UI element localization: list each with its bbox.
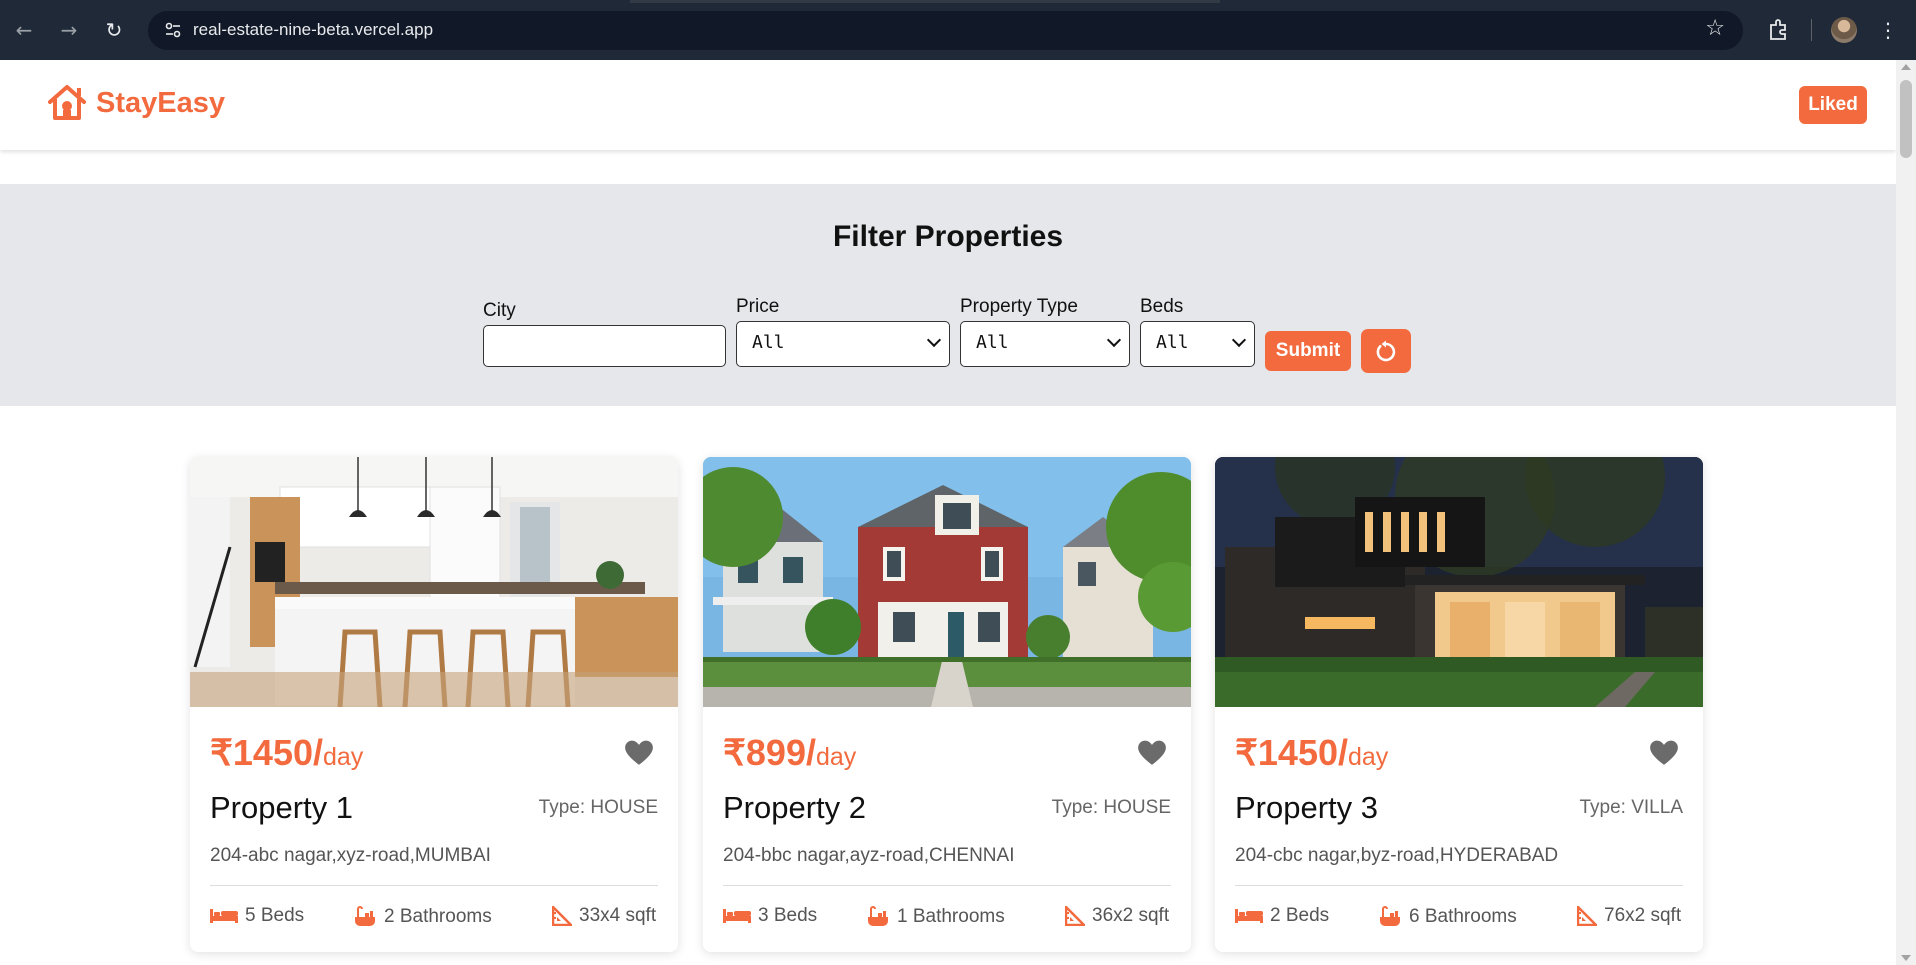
beds-feature: 3 Beds — [723, 905, 817, 927]
price-label: Price — [736, 296, 780, 317]
property-address: 204-abc nagar,xyz-road,MUMBAI — [210, 845, 491, 866]
property-card[interactable]: ₹1450/day Property 3 Type: VILLA 204-cbc… — [1215, 457, 1703, 952]
browser-chrome: ← → ↻ real-estate-nine-beta.vercel.app ☆… — [0, 0, 1916, 60]
property-title[interactable]: Property 2 — [723, 790, 866, 826]
toolbar-separator — [1811, 19, 1812, 41]
property-price: ₹899/day — [723, 732, 857, 773]
submit-button[interactable]: Submit — [1265, 331, 1351, 371]
profile-avatar[interactable] — [1831, 17, 1857, 43]
url-text[interactable]: real-estate-nine-beta.vercel.app — [193, 20, 433, 40]
bed-icon — [1235, 909, 1263, 923]
property-card[interactable]: ₹1450/day Property 1 Type: HOUSE 204-abc… — [190, 457, 678, 952]
bed-icon — [210, 909, 238, 923]
property-type-label: Property Type — [960, 296, 1078, 317]
property-price: ₹1450/day — [1235, 732, 1389, 773]
site-logo[interactable]: StayEasy — [46, 82, 225, 124]
card-divider — [723, 885, 1171, 886]
filter-section: Filter Properties City Price All Propert… — [0, 184, 1896, 406]
chevron-down-icon — [1106, 332, 1122, 348]
site-navbar: StayEasy Liked — [0, 60, 1896, 150]
beds-filter: Beds All — [1140, 296, 1255, 367]
price-select[interactable]: All — [736, 321, 950, 367]
scroll-down-arrow[interactable] — [1901, 955, 1911, 961]
bathtub-icon — [868, 906, 888, 926]
ruler-triangle-icon — [1577, 906, 1597, 926]
tab-strip — [630, 0, 1220, 3]
property-address: 204-cbc nagar,byz-road,HYDERABAD — [1235, 845, 1559, 866]
forward-icon[interactable]: → — [55, 16, 83, 44]
property-type: Type: HOUSE — [538, 797, 658, 818]
site-settings-icon[interactable] — [162, 19, 184, 41]
area-feature: 76x2 sqft — [1577, 905, 1681, 927]
scrollbar-thumb[interactable] — [1900, 80, 1912, 158]
beds-label: Beds — [1140, 296, 1184, 317]
property-image[interactable] — [703, 457, 1191, 707]
beds-feature: 5 Beds — [210, 905, 304, 927]
card-divider — [1235, 885, 1683, 886]
city-input[interactable] — [483, 325, 726, 367]
property-card[interactable]: ₹899/day Property 2 Type: HOUSE 204-bbc … — [703, 457, 1191, 952]
property-type: Type: HOUSE — [1051, 797, 1171, 818]
heart-icon[interactable] — [1647, 735, 1681, 769]
property-title[interactable]: Property 1 — [210, 790, 353, 826]
page-scrollbar[interactable] — [1896, 60, 1916, 965]
property-type: Type: VILLA — [1579, 797, 1683, 818]
bathrooms-feature: 2 Bathrooms — [353, 905, 492, 929]
bathtub-icon — [1380, 906, 1400, 926]
city-label: City — [483, 300, 516, 321]
area-feature: 33x4 sqft — [552, 905, 656, 927]
property-title[interactable]: Property 3 — [1235, 790, 1378, 826]
property-type-select[interactable]: All — [960, 321, 1130, 367]
bathrooms-feature: 6 Bathrooms — [1378, 905, 1517, 929]
property-type-filter: Property Type All — [960, 296, 1130, 367]
bathrooms-feature: 1 Bathrooms — [866, 905, 1005, 929]
price-filter: Price All — [736, 296, 950, 367]
page-viewport: StayEasy Liked Filter Properties City Pr… — [0, 60, 1896, 965]
area-feature: 36x2 sqft — [1065, 905, 1169, 927]
brand-name: StayEasy — [96, 86, 225, 119]
chevron-down-icon — [1231, 332, 1247, 348]
liked-button[interactable]: Liked — [1799, 86, 1867, 124]
bed-icon — [723, 909, 751, 923]
ruler-triangle-icon — [552, 906, 572, 926]
filter-heading: Filter Properties — [832, 220, 1064, 253]
property-image[interactable] — [1215, 457, 1703, 707]
heart-icon[interactable] — [1135, 735, 1169, 769]
heart-icon[interactable] — [622, 735, 656, 769]
beds-feature: 2 Beds — [1235, 905, 1329, 927]
address-bar[interactable]: real-estate-nine-beta.vercel.app ☆ — [148, 11, 1743, 50]
bookmark-star-icon[interactable]: ☆ — [1705, 16, 1725, 41]
beds-select[interactable]: All — [1140, 321, 1255, 367]
house-logo-icon — [48, 85, 86, 120]
reset-icon — [1376, 340, 1396, 362]
ruler-triangle-icon — [1065, 906, 1085, 926]
bathtub-icon — [355, 906, 375, 926]
reset-button[interactable] — [1361, 329, 1411, 373]
city-filter: City — [483, 300, 726, 367]
scroll-up-arrow[interactable] — [1901, 64, 1911, 70]
extensions-icon[interactable] — [1765, 16, 1793, 44]
property-price: ₹1450/day — [210, 732, 364, 773]
browser-menu-icon[interactable]: ⋮ — [1878, 16, 1898, 44]
card-divider — [210, 885, 658, 886]
chevron-down-icon — [926, 332, 942, 348]
property-image[interactable] — [190, 457, 678, 707]
property-address: 204-bbc nagar,ayz-road,CHENNAI — [723, 845, 1015, 866]
reload-icon[interactable]: ↻ — [100, 16, 128, 44]
back-icon[interactable]: ← — [10, 16, 38, 44]
